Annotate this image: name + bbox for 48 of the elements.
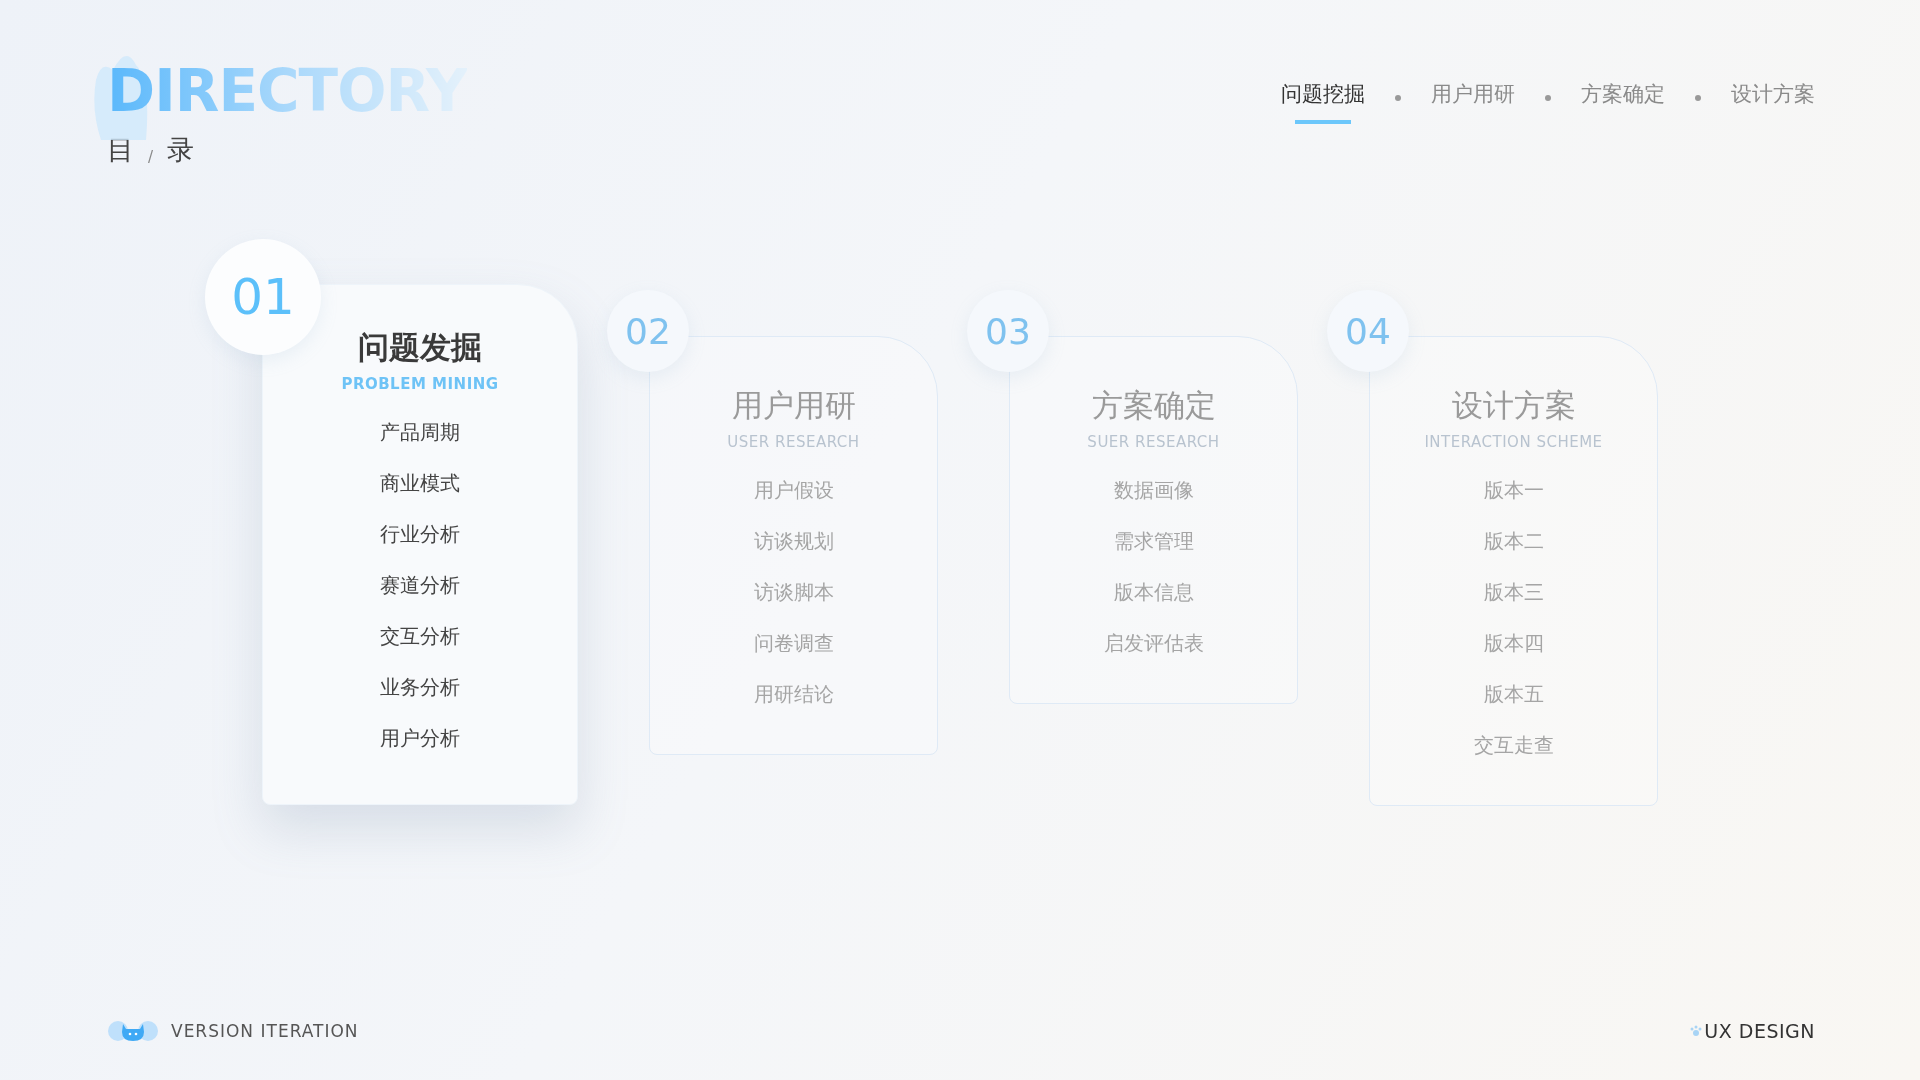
card-title: 方案确定 <box>1091 386 1216 425</box>
card-item[interactable]: 交互分析 <box>380 611 460 662</box>
card-title: 问题发掘 <box>358 328 482 367</box>
card-item[interactable]: 业务分析 <box>380 662 460 713</box>
card-item[interactable]: 版本二 <box>1483 516 1544 567</box>
card-number: 02 <box>607 290 689 372</box>
card-item[interactable]: 商业模式 <box>380 458 460 509</box>
card-item[interactable]: 访谈规划 <box>753 516 834 567</box>
footer-label: UX DESIGN <box>1704 1020 1815 1042</box>
card-item[interactable]: 需求管理 <box>1113 516 1194 567</box>
card-subtitle: SUER RESEARCH <box>1087 433 1220 451</box>
card-item[interactable]: 版本三 <box>1483 567 1544 618</box>
nav-separator-dot <box>1395 95 1401 101</box>
paw-icon <box>1690 1025 1703 1037</box>
card-item[interactable]: 行业分析 <box>380 509 460 560</box>
card-subtitle: INTERACTION SCHEME <box>1424 433 1603 451</box>
nav-tab[interactable]: 用户用研 <box>1431 72 1515 124</box>
card-number: 01 <box>205 239 321 355</box>
card-item[interactable]: 数据画像 <box>1113 465 1194 516</box>
card-subtitle: USER RESEARCH <box>727 433 860 451</box>
card-item[interactable]: 问卷调查 <box>753 618 834 669</box>
card-subtitle: PROBLEM MINING <box>341 375 499 393</box>
nav-tab[interactable]: 设计方案 <box>1731 72 1815 124</box>
card-item[interactable]: 用研结论 <box>753 669 834 720</box>
card-item[interactable]: 用户分析 <box>380 713 460 764</box>
footer-label: VERSION ITERATION <box>171 1021 359 1041</box>
nav-tab[interactable]: 问题挖掘 <box>1281 72 1365 124</box>
card-item[interactable]: 产品周期 <box>380 407 460 458</box>
card-number: 04 <box>1327 290 1409 372</box>
card-item[interactable]: 访谈脚本 <box>753 567 834 618</box>
card-item[interactable]: 版本信息 <box>1113 567 1194 618</box>
card-item[interactable]: 启发评估表 <box>1103 618 1204 669</box>
subtitle-separator: / <box>148 148 154 168</box>
subtitle-char: 目 <box>107 133 134 167</box>
nav-separator-dot <box>1695 95 1701 101</box>
card-item[interactable]: 版本五 <box>1483 669 1544 720</box>
nav-separator-dot <box>1545 95 1551 101</box>
card-item[interactable]: 版本四 <box>1483 618 1544 669</box>
card-item[interactable]: 赛道分析 <box>380 560 460 611</box>
card-title: 设计方案 <box>1451 386 1576 425</box>
card-item[interactable]: 用户假设 <box>753 465 834 516</box>
card-item[interactable]: 版本一 <box>1483 465 1544 516</box>
card-item[interactable]: 交互走查 <box>1473 720 1554 771</box>
subtitle-char: 录 <box>167 133 195 167</box>
cat-logo-icon <box>107 1020 159 1042</box>
card-title: 用户用研 <box>731 386 856 425</box>
nav-tab[interactable]: 方案确定 <box>1581 72 1665 124</box>
card-number: 03 <box>967 290 1049 372</box>
